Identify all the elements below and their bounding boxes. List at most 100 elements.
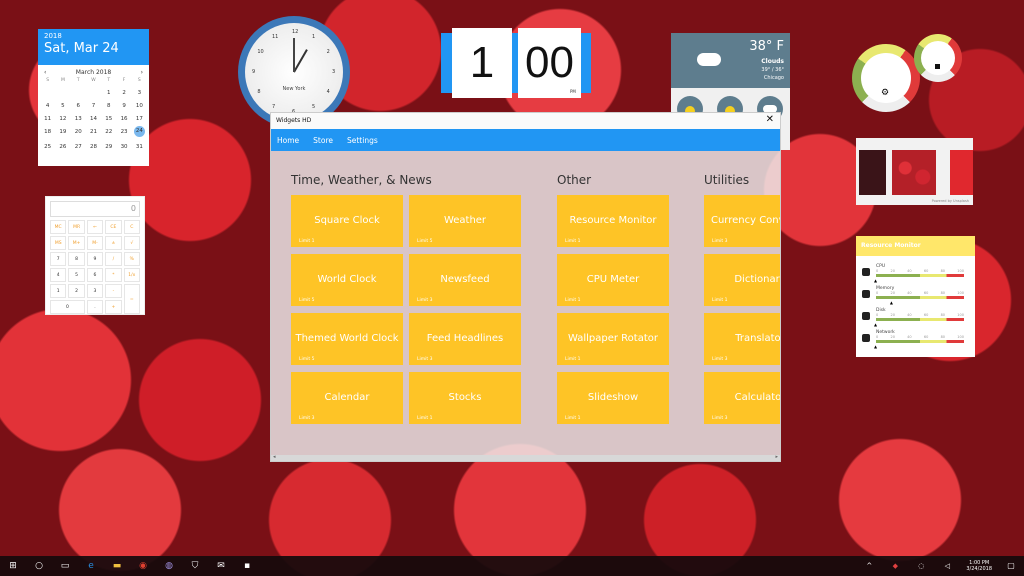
task-view-icon[interactable]: ▭ <box>60 561 70 571</box>
calendar-day[interactable]: 23 <box>116 129 131 137</box>
show-hidden-icons[interactable]: ^ <box>864 561 874 571</box>
calc-key[interactable]: 2 <box>68 284 85 298</box>
calc-key[interactable]: 7 <box>50 252 67 266</box>
calc-key[interactable]: MR <box>68 220 85 234</box>
calc-key[interactable]: 6 <box>86 268 104 282</box>
volume-icon[interactable]: ◁ <box>942 561 952 571</box>
calendar-day[interactable]: 22 <box>101 129 116 137</box>
widgets-app-icon[interactable]: ▪ <box>242 561 252 571</box>
calendar-day[interactable]: 29 <box>101 144 116 150</box>
calc-key[interactable]: % <box>123 252 140 266</box>
widget-tile-currency-converter[interactable]: Currency Converter Limit 3 <box>704 195 780 247</box>
calc-key[interactable]: CE <box>105 220 122 234</box>
calendar-day[interactable]: 13 <box>71 116 86 122</box>
nav-settings[interactable]: Settings <box>347 136 378 145</box>
calendar-day[interactable]: 10 <box>132 103 147 109</box>
slide-image[interactable] <box>950 150 973 195</box>
calc-key[interactable]: M- <box>86 236 104 250</box>
file-explorer-icon[interactable]: ▬ <box>112 561 122 571</box>
widget-tile-resource-monitor[interactable]: Resource Monitor Limit 1 <box>557 195 669 247</box>
store-icon[interactable]: ⛉ <box>190 561 200 571</box>
calendar-day[interactable]: 3 <box>132 90 147 96</box>
calc-key[interactable]: MS <box>50 236 67 250</box>
slide-image[interactable] <box>859 150 886 195</box>
calc-key[interactable]: ← <box>86 220 104 234</box>
calc-key[interactable]: 8 <box>68 252 85 266</box>
calendar-day[interactable]: 20 <box>71 129 86 137</box>
widget-tile-translator[interactable]: Translator Limit 3 <box>704 313 780 365</box>
calendar-day[interactable]: 14 <box>86 116 101 122</box>
calc-key[interactable]: 3 <box>86 284 104 298</box>
chrome-icon[interactable]: ◉ <box>138 561 148 571</box>
calc-key[interactable]: √ <box>123 236 140 250</box>
calendar-day[interactable]: 31 <box>132 144 147 150</box>
calc-key[interactable]: ± <box>105 236 122 250</box>
widget-tile-wallpaper-rotator[interactable]: Wallpaper Rotator Limit 1 <box>557 313 669 365</box>
calc-key[interactable]: * <box>105 268 122 282</box>
search-icon[interactable]: ○ <box>34 561 44 571</box>
widget-tile-calendar[interactable]: Calendar Limit 3 <box>291 372 403 424</box>
calendar-day[interactable]: 12 <box>55 116 70 122</box>
widget-tile-stocks[interactable]: Stocks Limit 1 <box>409 372 521 424</box>
nav-home[interactable]: Home <box>277 136 299 145</box>
close-button[interactable]: ✕ <box>766 114 774 125</box>
calendar-day[interactable]: 2 <box>116 90 131 96</box>
widget-tile-cpu-meter[interactable]: CPU Meter Limit 1 <box>557 254 669 306</box>
edge-icon[interactable]: e <box>86 561 96 571</box>
horizontal-scrollbar[interactable]: ◂ ▸ <box>271 454 780 461</box>
calc-key[interactable]: . <box>86 300 104 314</box>
calc-key[interactable]: + <box>105 300 122 314</box>
calendar-day[interactable]: 1 <box>101 90 116 96</box>
calendar-day[interactable]: 25 <box>40 144 55 150</box>
widget-tile-square-clock[interactable]: Square Clock Limit 1 <box>291 195 403 247</box>
clock-tray[interactable]: 1:00 PM 3/24/2018 <box>966 560 992 572</box>
calendar-day[interactable]: 21 <box>86 129 101 137</box>
calc-key[interactable]: = <box>123 284 140 314</box>
calendar-day[interactable]: 18 <box>40 129 55 137</box>
calc-key[interactable]: 5 <box>68 268 85 282</box>
calendar-day[interactable]: 9 <box>116 103 131 109</box>
calc-key[interactable]: 0 <box>50 300 85 314</box>
calendar-day[interactable]: 28 <box>86 144 101 150</box>
mail-icon[interactable]: ✉ <box>216 561 226 571</box>
calendar-day[interactable]: 19 <box>55 129 70 137</box>
next-month-icon[interactable]: › <box>141 69 143 76</box>
calc-key[interactable]: 1/x <box>123 268 140 282</box>
widget-tile-calculator[interactable]: Calculator Limit 3 <box>704 372 780 424</box>
calc-key[interactable]: - <box>105 284 122 298</box>
calendar-day[interactable]: 5 <box>55 103 70 109</box>
calendar-day[interactable]: 6 <box>71 103 86 109</box>
calendar-day[interactable]: 26 <box>55 144 70 150</box>
widget-tile-newsfeed[interactable]: Newsfeed Limit 3 <box>409 254 521 306</box>
widget-tile-slideshow[interactable]: Slideshow Limit 1 <box>557 372 669 424</box>
calendar-day[interactable]: 15 <box>101 116 116 122</box>
tray-app-icon[interactable]: ◆ <box>890 561 900 571</box>
calc-key[interactable]: 1 <box>50 284 67 298</box>
network-icon[interactable]: ◌ <box>916 561 926 571</box>
start-windows-icon[interactable]: ⊞ <box>8 561 18 571</box>
calc-key[interactable]: MC <box>50 220 67 234</box>
action-center-icon[interactable]: ▢ <box>1006 561 1016 571</box>
widget-tile-feed-headlines[interactable]: Feed Headlines Limit 3 <box>409 313 521 365</box>
calendar-day[interactable]: 27 <box>71 144 86 150</box>
calendar-day[interactable]: 11 <box>40 116 55 122</box>
itunes-icon[interactable]: ◍ <box>164 561 174 571</box>
widget-tile-themed-world-clock[interactable]: Themed World Clock Limit 5 <box>291 313 403 365</box>
calc-key[interactable]: M+ <box>68 236 85 250</box>
calendar-day[interactable]: 16 <box>116 116 131 122</box>
calc-key[interactable]: C <box>123 220 140 234</box>
calendar-day[interactable]: 17 <box>132 116 147 122</box>
prev-month-icon[interactable]: ‹ <box>44 69 46 76</box>
calendar-day[interactable]: 24 <box>132 126 147 137</box>
widget-tile-dictionary[interactable]: Dictionary Limit 1 <box>704 254 780 306</box>
calendar-day[interactable]: 7 <box>86 103 101 109</box>
calc-key[interactable]: 9 <box>86 252 104 266</box>
calendar-day[interactable]: 30 <box>116 144 131 150</box>
widget-tile-world-clock[interactable]: World Clock Limit 5 <box>291 254 403 306</box>
calc-key[interactable]: 4 <box>50 268 67 282</box>
widget-tile-weather[interactable]: Weather Limit 5 <box>409 195 521 247</box>
calendar-day[interactable]: 4 <box>40 103 55 109</box>
calc-key[interactable]: / <box>105 252 122 266</box>
calendar-day[interactable]: 8 <box>101 103 116 109</box>
slide-image[interactable] <box>892 150 936 195</box>
